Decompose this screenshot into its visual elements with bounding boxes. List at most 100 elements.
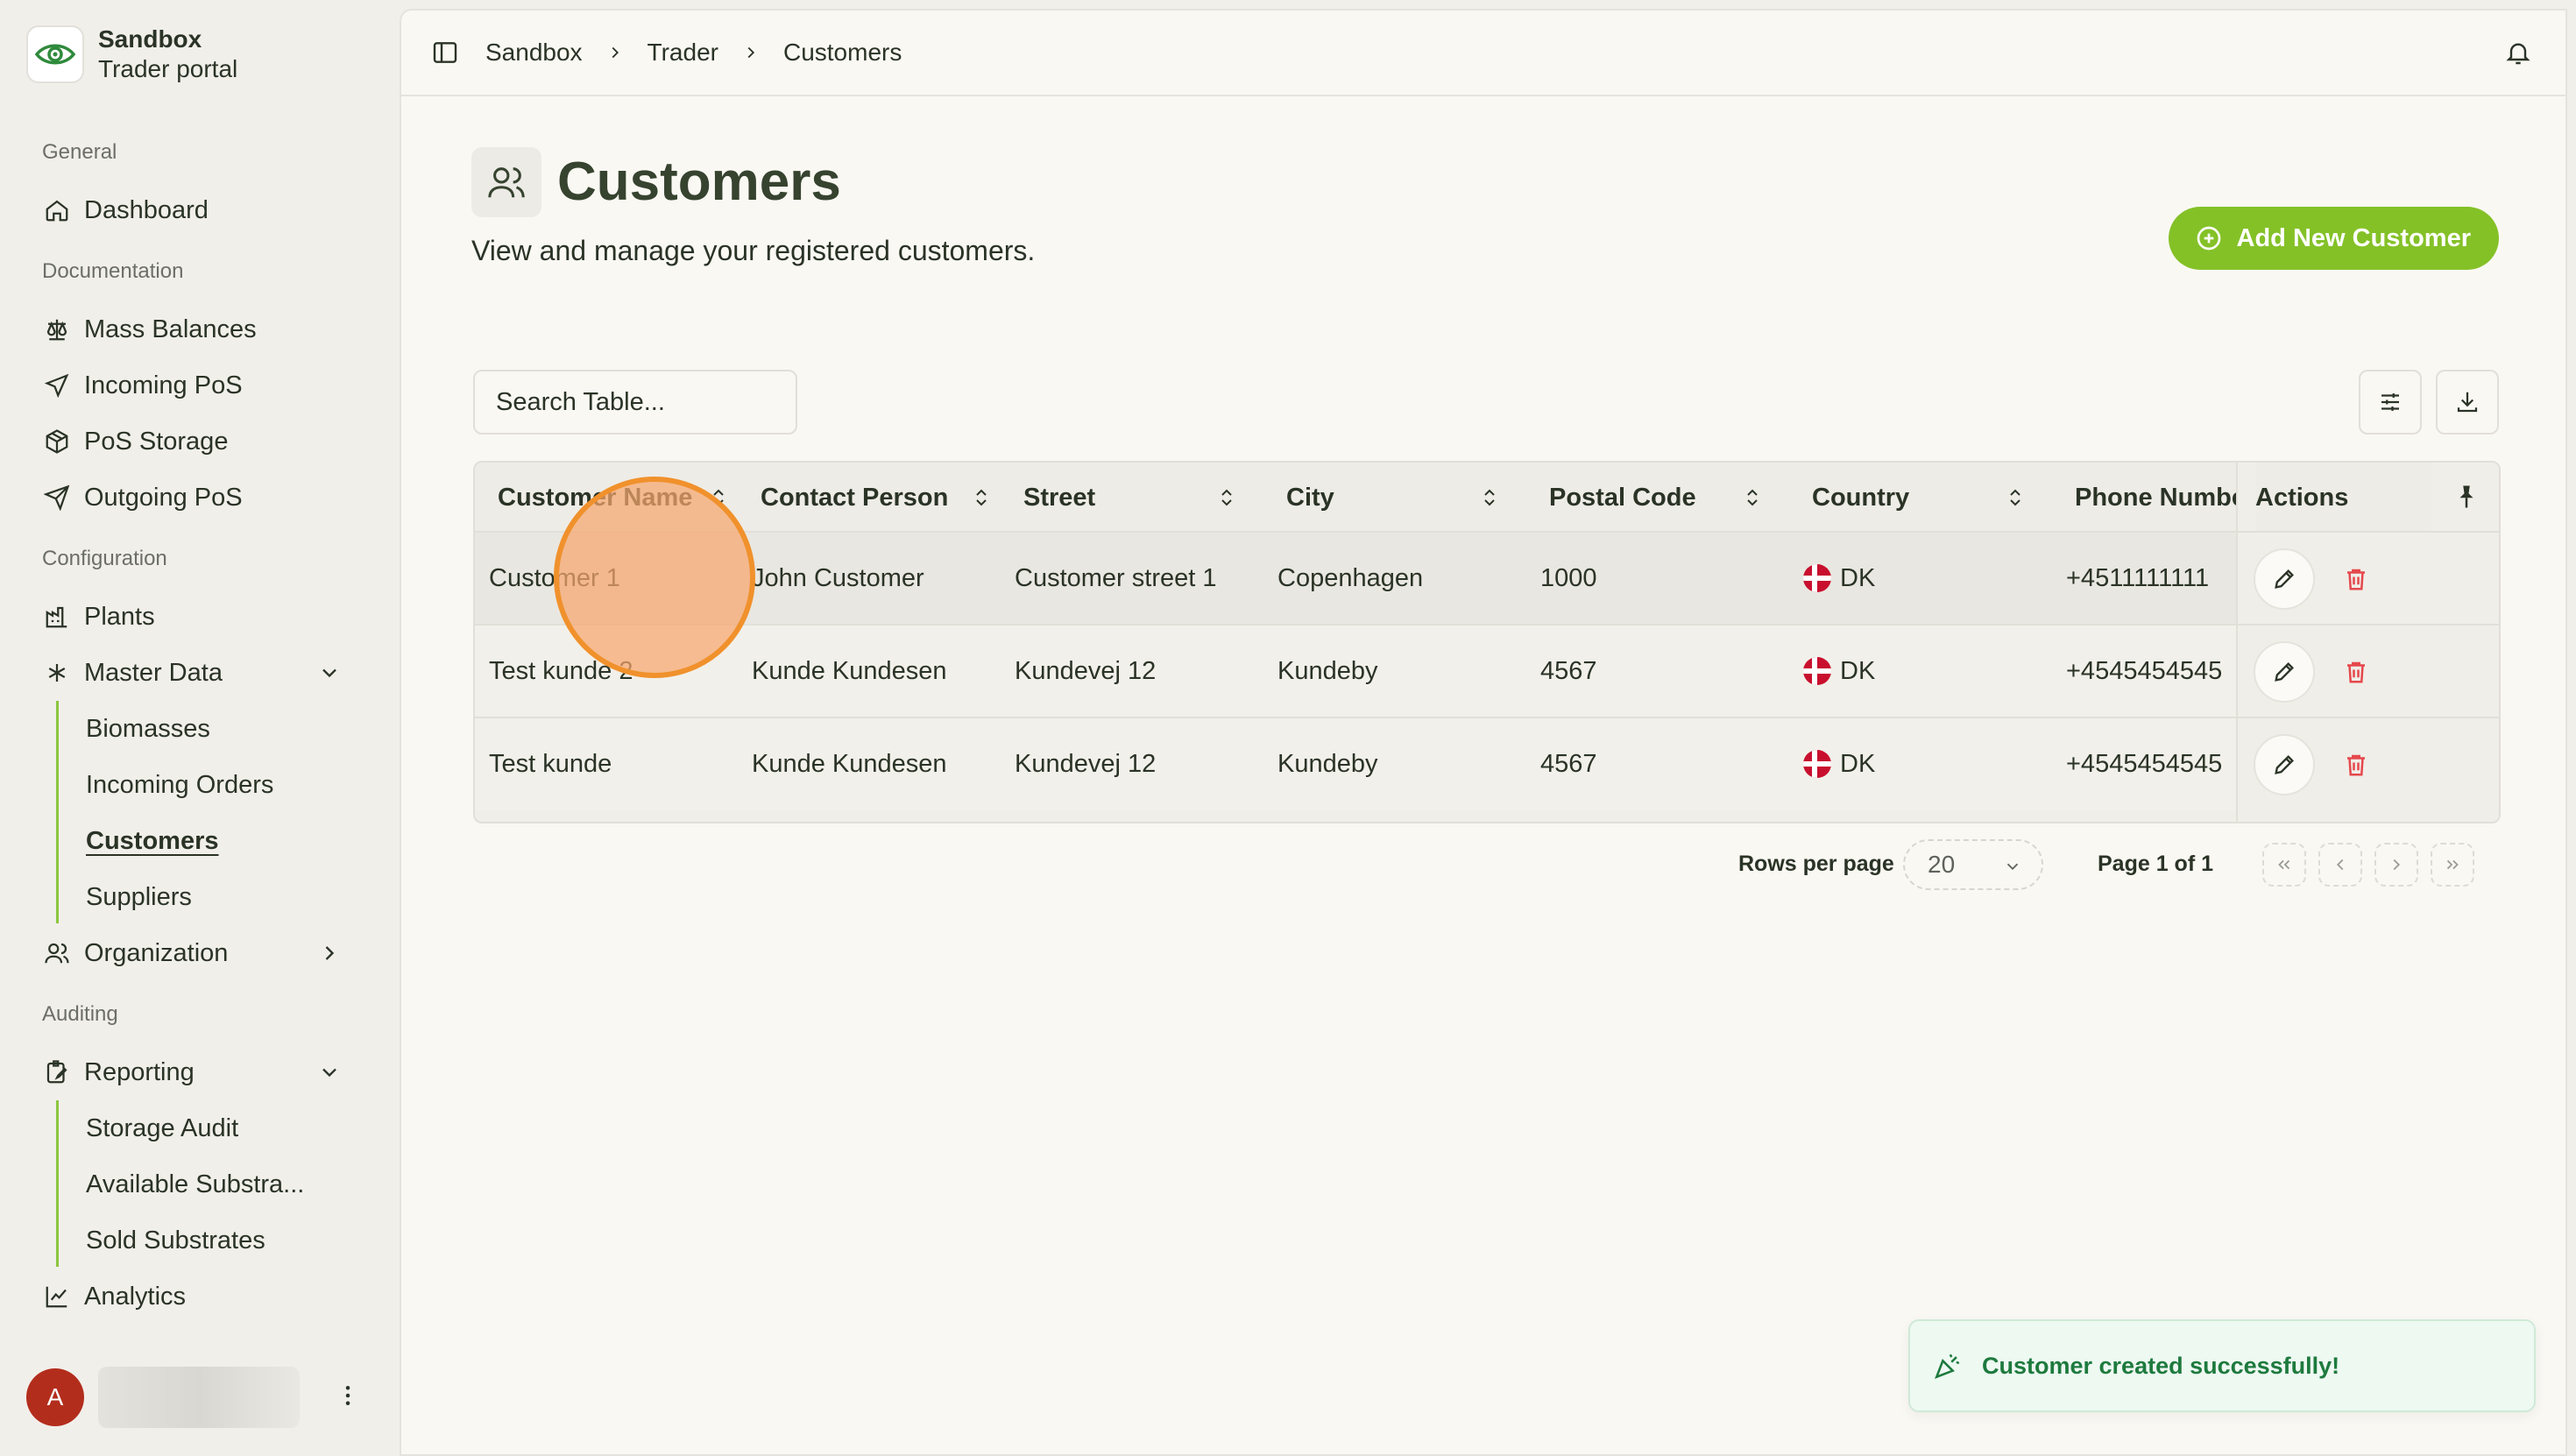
- success-toast[interactable]: Customer created successfully!: [1908, 1319, 2536, 1412]
- sidebar-item-master-data[interactable]: Master Data: [26, 648, 359, 697]
- sidebar-item-outgoing-pos[interactable]: Outgoing PoS: [26, 473, 359, 522]
- pencil-icon: [2272, 753, 2296, 777]
- next-page-button[interactable]: [2374, 843, 2418, 887]
- sidebar-item-available-substrates[interactable]: Available Substra...: [70, 1160, 304, 1209]
- sidebar-item-label: Organization: [84, 938, 229, 967]
- denmark-flag-icon: [1803, 564, 1831, 592]
- eye-logo-icon: [26, 25, 84, 83]
- cell-phone: +4511111111: [2066, 563, 2210, 592]
- previous-page-button[interactable]: [2318, 843, 2362, 887]
- toast-message: Customer created successfully!: [1982, 1352, 2340, 1379]
- table-row[interactable]: Test kunde 2 Kunde Kundesen Kundevej 12 …: [475, 626, 2499, 718]
- users-icon: [471, 147, 541, 217]
- cell-country: DK: [1803, 533, 2057, 624]
- column-header-customer-name[interactable]: Customer Name: [498, 463, 725, 533]
- page-info: Page 1 of 1: [2098, 852, 2213, 876]
- column-header-actions: Actions: [2255, 463, 2431, 533]
- cell-country: DK: [1803, 626, 2057, 717]
- breadcrumb-item[interactable]: Trader: [648, 39, 718, 67]
- breadcrumb: Sandbox Trader Customers: [485, 39, 902, 67]
- sort-icon[interactable]: [1742, 487, 1763, 508]
- sidebar-item-storage-audit[interactable]: Storage Audit: [70, 1104, 238, 1153]
- sidebar-item-label: PoS Storage: [84, 427, 229, 456]
- users-icon: [42, 938, 72, 968]
- package-icon: [42, 427, 72, 456]
- delete-button[interactable]: [2336, 559, 2376, 599]
- column-header-phone-number[interactable]: Phone Numbe: [2075, 463, 2236, 533]
- table-header: Customer Name Contact Person Street City…: [475, 463, 2499, 533]
- party-popper-icon: [1933, 1351, 1963, 1381]
- cell-postal-code: 4567: [1540, 656, 1597, 685]
- sidebar-item-label: Outgoing PoS: [84, 483, 243, 512]
- sidebar-item-sold-substrates[interactable]: Sold Substrates: [70, 1216, 265, 1265]
- brand-subtitle: Trader portal: [98, 55, 238, 82]
- cell-street: Kundevej 12: [1015, 656, 1157, 685]
- sidebar-item-reporting[interactable]: Reporting: [26, 1048, 359, 1097]
- sidebar-item-label: Master Data: [84, 658, 223, 687]
- column-header-contact-person[interactable]: Contact Person: [761, 463, 988, 533]
- sidebar-item-pos-storage[interactable]: PoS Storage: [26, 417, 359, 466]
- trash-icon: [2343, 659, 2369, 685]
- sidebar-toggle-icon[interactable]: [431, 39, 459, 67]
- download-icon: [2454, 389, 2480, 415]
- page-title: Customers: [557, 152, 841, 212]
- sort-icon[interactable]: [971, 487, 992, 508]
- sidebar-item-incoming-orders[interactable]: Incoming Orders: [70, 760, 273, 809]
- edit-button[interactable]: [2254, 641, 2315, 703]
- sidebar-item-dashboard[interactable]: Dashboard: [26, 186, 359, 235]
- rows-per-page-value: 20: [1928, 851, 1956, 878]
- cell-city: Kundeby: [1277, 749, 1378, 778]
- clipboard-edit-icon: [42, 1057, 72, 1087]
- rows-per-page-select[interactable]: 20: [1903, 839, 2043, 890]
- cell-city: Kundeby: [1277, 656, 1378, 685]
- user-menu[interactable]: A: [26, 1367, 373, 1428]
- sidebar-item-label: Reporting: [84, 1057, 195, 1086]
- delete-button[interactable]: [2336, 745, 2376, 785]
- edit-button[interactable]: [2254, 548, 2315, 610]
- add-customer-button[interactable]: Add New Customer: [2168, 207, 2499, 270]
- sort-icon[interactable]: [1216, 487, 1237, 508]
- sort-icon[interactable]: [708, 487, 729, 508]
- pin-icon[interactable]: [2453, 484, 2480, 510]
- sidebar-item-customers[interactable]: Customers: [70, 816, 219, 866]
- more-vertical-icon[interactable]: [335, 1382, 361, 1409]
- sidebar-item-mass-balances[interactable]: Mass Balances: [26, 305, 359, 354]
- cell-customer-name: Test kunde: [489, 749, 612, 778]
- bell-icon[interactable]: [2504, 39, 2532, 67]
- brand[interactable]: Sandbox Trader portal: [26, 25, 237, 84]
- cell-country: DK: [1803, 718, 2057, 809]
- cell-customer-name: Customer 1: [489, 563, 620, 592]
- cell-postal-code: 1000: [1540, 563, 1597, 592]
- sidebar-item-label: Analytics: [84, 1282, 187, 1311]
- sidebar-item-plants[interactable]: Plants: [26, 592, 359, 641]
- breadcrumb-item[interactable]: Sandbox: [485, 39, 583, 67]
- trash-icon: [2343, 752, 2369, 778]
- cell-contact-person: John Customer: [752, 563, 924, 592]
- edit-button[interactable]: [2254, 734, 2315, 795]
- sidebar-item-analytics[interactable]: Analytics: [26, 1272, 359, 1321]
- sort-icon[interactable]: [1479, 487, 1500, 508]
- sidebar-item-incoming-pos[interactable]: Incoming PoS: [26, 361, 359, 410]
- chevron-down-icon: [317, 661, 342, 685]
- cell-customer-name: Test kunde 2: [489, 656, 633, 685]
- table-row[interactable]: Test kunde Kunde Kundesen Kundevej 12 Ku…: [475, 718, 2499, 811]
- pencil-icon: [2272, 567, 2296, 591]
- pencil-icon: [2272, 660, 2296, 684]
- page-subtitle: View and manage your registered customer…: [471, 235, 1036, 266]
- sidebar-item-suppliers[interactable]: Suppliers: [70, 873, 192, 922]
- first-page-button[interactable]: [2262, 843, 2306, 887]
- sort-icon[interactable]: [2005, 487, 2026, 508]
- table-row[interactable]: Customer 1 John Customer Customer street…: [475, 533, 2499, 626]
- factory-icon: [42, 602, 72, 632]
- delete-button[interactable]: [2336, 652, 2376, 692]
- search-input[interactable]: [473, 370, 797, 435]
- chevron-right-icon: [317, 941, 342, 965]
- sidebar-item-organization[interactable]: Organization: [26, 929, 359, 978]
- download-button[interactable]: [2436, 370, 2499, 435]
- last-page-button[interactable]: [2431, 843, 2474, 887]
- sidebar-item-biomasses[interactable]: Biomasses: [70, 704, 210, 753]
- column-settings-button[interactable]: [2359, 370, 2422, 435]
- cell-phone: +4545454545: [2066, 656, 2223, 685]
- line-chart-icon: [42, 1282, 72, 1311]
- user-name-redacted: [98, 1367, 300, 1428]
